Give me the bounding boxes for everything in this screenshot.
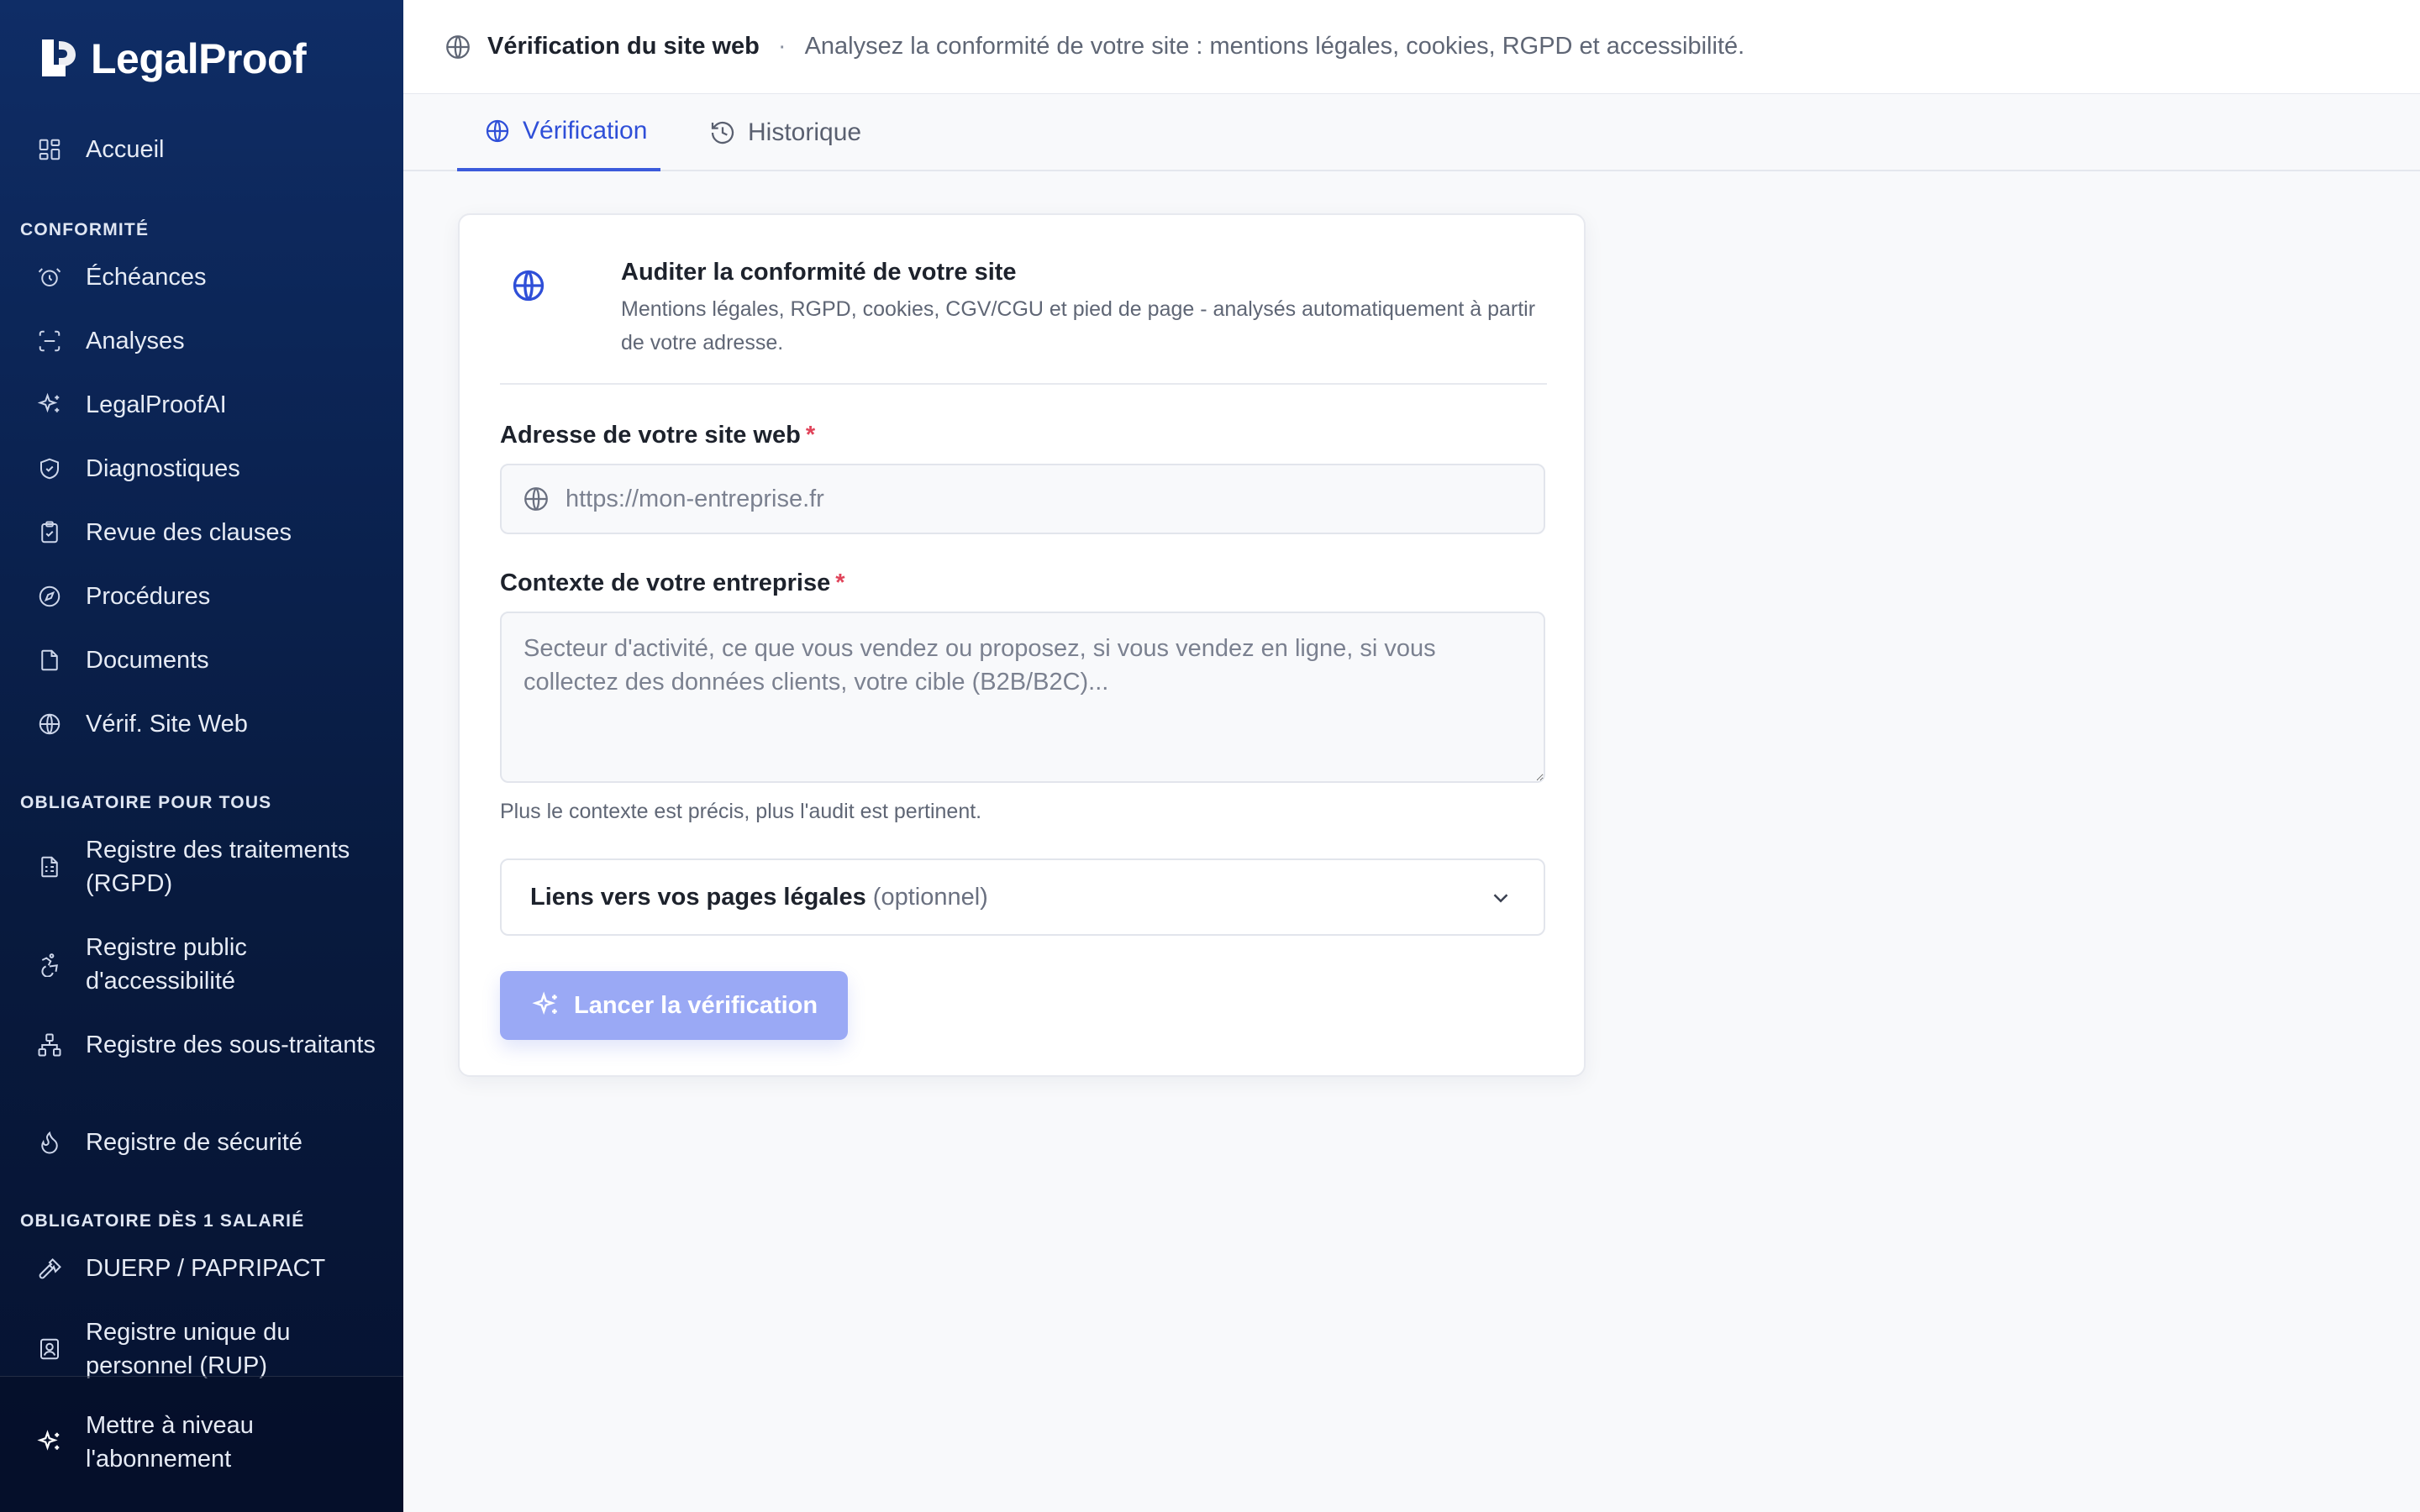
sidebar-item-registre-accessibilite[interactable]: Registre public d'accessibilité bbox=[37, 931, 380, 998]
launch-verification-button[interactable]: Lancer la vérification bbox=[500, 971, 848, 1040]
sidebar-item-label: Registre des sous-traitants bbox=[86, 1032, 376, 1058]
sidebar-item-label: Revue des clauses bbox=[86, 519, 292, 546]
sidebar-item-label: Registre de sécurité bbox=[86, 1129, 302, 1156]
legalproof-logo-icon bbox=[42, 39, 76, 76]
globe-icon bbox=[524, 487, 548, 511]
sidebar-item-registre-traitements[interactable]: Registre des traitements (RGPD) bbox=[37, 833, 380, 900]
button-label: Lancer la vérification bbox=[574, 991, 818, 1019]
card-title: Auditer la conformité de votre site bbox=[621, 259, 1017, 286]
title-separator: · bbox=[777, 33, 786, 60]
globe-icon bbox=[37, 711, 62, 737]
sparkles-icon bbox=[37, 1430, 62, 1455]
sidebar-footer: Mettre à niveau l'abonnement bbox=[0, 1376, 403, 1512]
hammer-icon bbox=[37, 1256, 62, 1281]
section-title-obligatoire-tous: OBLIGATOIRE POUR TOUS bbox=[20, 793, 272, 812]
legal-pages-accordion[interactable]: Liens vers vos pages légales (optionnel) bbox=[500, 858, 1545, 936]
sidebar-item-legalproofai[interactable]: LegalProofAI bbox=[37, 388, 380, 422]
sidebar-item-label: Registre des traitements (RGPD) bbox=[86, 837, 350, 897]
tab-historique[interactable]: Historique bbox=[709, 94, 861, 171]
sidebar-item-home[interactable]: Accueil bbox=[37, 133, 380, 166]
file-icon bbox=[37, 648, 62, 673]
sidebar-item-diagnostiques[interactable]: Diagnostiques bbox=[37, 452, 380, 486]
sidebar-item-label: Vérif. Site Web bbox=[86, 711, 248, 738]
sidebar-item-label: Documents bbox=[86, 647, 209, 674]
context-field-label: Contexte de votre entreprise * bbox=[500, 570, 845, 597]
accordion-optional: (optionnel) bbox=[872, 883, 988, 911]
globe-icon bbox=[446, 34, 470, 59]
globe-icon bbox=[486, 119, 509, 143]
upgrade-subscription-button[interactable]: Mettre à niveau l'abonnement bbox=[37, 1409, 380, 1476]
section-title-conformite: CONFORMITÉ bbox=[20, 220, 150, 239]
compass-icon bbox=[37, 584, 62, 609]
network-icon bbox=[37, 1032, 62, 1058]
sidebar-item-analyses[interactable]: Analyses bbox=[37, 324, 380, 358]
context-label-text: Contexte de votre entreprise bbox=[500, 570, 831, 596]
sidebar-item-documents[interactable]: Documents bbox=[37, 643, 380, 677]
required-mark: * bbox=[805, 422, 816, 449]
context-hint: Plus le contexte est précis, plus l'audi… bbox=[500, 800, 982, 823]
app-logo[interactable]: LegalProof bbox=[37, 34, 307, 84]
history-icon bbox=[711, 121, 734, 144]
section-title-obligatoire-salarie: OBLIGATOIRE DÈS 1 SALARIÉ bbox=[20, 1211, 305, 1231]
card-header: Auditer la conformité de votre site Ment… bbox=[500, 255, 1547, 385]
contact-icon bbox=[37, 1336, 62, 1362]
page-title: Vérification du site web bbox=[487, 33, 760, 60]
url-field-label: Adresse de votre site web * bbox=[500, 422, 815, 449]
alarm-clock-icon bbox=[37, 265, 62, 290]
sparkles-icon bbox=[532, 991, 557, 1015]
sidebar-item-label: LegalProofAI bbox=[86, 391, 227, 418]
sidebar-item-procedures[interactable]: Procédures bbox=[37, 580, 380, 613]
tab-bar: Vérification Historique bbox=[403, 94, 2420, 171]
sidebar-item-label: Registre unique du personnel (RUP) bbox=[86, 1319, 291, 1379]
sidebar-item-rup[interactable]: Registre unique du personnel (RUP) bbox=[37, 1315, 380, 1383]
globe-icon bbox=[513, 270, 544, 302]
scan-icon bbox=[37, 328, 62, 354]
company-context-textarea[interactable] bbox=[500, 612, 1545, 783]
sidebar-item-registre-securite[interactable]: Registre de sécurité bbox=[37, 1126, 380, 1159]
file-spreadsheet-icon bbox=[37, 854, 62, 879]
accordion-title: Liens vers vos pages légales bbox=[530, 883, 866, 911]
page-header: Vérification du site web · Analysez la c… bbox=[403, 0, 2420, 94]
page-subtitle: Analysez la conformité de votre site : m… bbox=[804, 33, 1745, 60]
sidebar-item-label: Registre public d'accessibilité bbox=[86, 934, 247, 995]
upgrade-label: Mettre à niveau l'abonnement bbox=[86, 1412, 254, 1473]
sidebar-item-duerp[interactable]: DUERP / PAPRIPACT bbox=[37, 1252, 380, 1285]
sidebar-item-registre-sous-traitants[interactable]: Registre des sous-traitants bbox=[37, 1028, 380, 1062]
audit-card: Auditer la conformité de votre site Ment… bbox=[458, 213, 1586, 1077]
shield-check-icon bbox=[37, 456, 62, 481]
sidebar-item-label: Analyses bbox=[86, 328, 185, 354]
sparkles-icon bbox=[37, 392, 62, 417]
layout-grid-icon bbox=[37, 137, 62, 162]
url-input-wrapper[interactable] bbox=[500, 464, 1545, 534]
tab-verification[interactable]: Vérification bbox=[457, 94, 660, 171]
sidebar-item-verif-site-web[interactable]: Vérif. Site Web bbox=[37, 707, 380, 741]
sidebar-item-label: Accueil bbox=[86, 136, 165, 163]
clipboard-check-icon bbox=[37, 520, 62, 545]
sidebar-item-revue-clauses[interactable]: Revue des clauses bbox=[37, 516, 380, 549]
sidebar-item-echeances[interactable]: Échéances bbox=[37, 260, 380, 294]
sidebar-item-label: Procédures bbox=[86, 583, 211, 610]
sidebar-item-label: Échéances bbox=[86, 264, 207, 291]
sidebar-item-label: DUERP / PAPRIPACT bbox=[86, 1255, 326, 1282]
required-mark: * bbox=[835, 570, 845, 596]
accessibility-icon bbox=[37, 952, 62, 977]
app-name: LegalProof bbox=[91, 35, 307, 82]
sidebar: LegalProof Accueil CONFORMITÉ Échéances … bbox=[0, 0, 403, 1512]
chevron-down-icon bbox=[1493, 894, 1508, 903]
card-description: Mentions légales, RGPD, cookies, CGV/CGU… bbox=[621, 297, 1536, 354]
url-label-text: Adresse de votre site web bbox=[500, 422, 801, 449]
tab-label: Vérification bbox=[523, 117, 648, 144]
website-url-input[interactable] bbox=[566, 485, 1532, 513]
sidebar-item-label: Diagnostiques bbox=[86, 455, 240, 482]
flame-icon bbox=[37, 1130, 62, 1155]
tab-label: Historique bbox=[748, 118, 862, 146]
